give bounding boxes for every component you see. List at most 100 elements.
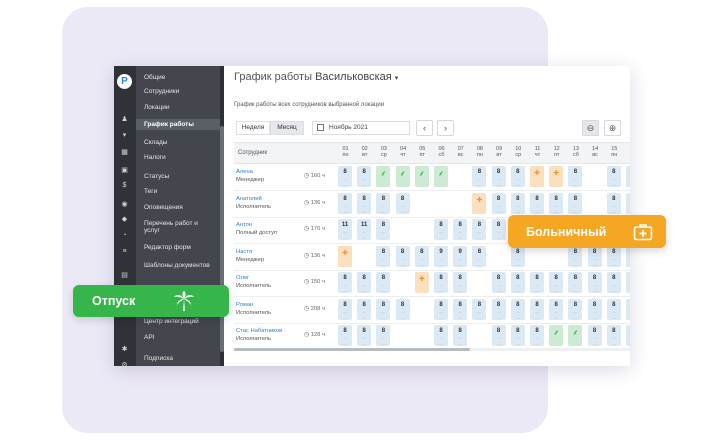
shift-cell[interactable]: 8········ — [549, 298, 564, 320]
sick-cell[interactable]: ✚ — [472, 192, 487, 214]
sidebar-item-5[interactable]: Налоги — [144, 154, 166, 161]
shift-cell[interactable]: 8········ — [587, 298, 602, 320]
shift-cell[interactable]: 8········ — [510, 272, 525, 293]
sidebar-item-label[interactable]: График работы — [144, 121, 194, 128]
shift-cell[interactable]: 8········ — [453, 325, 468, 346]
shift-cell[interactable]: 8········ — [472, 166, 487, 187]
sidebar-item-label[interactable]: Склады — [144, 139, 167, 146]
list-icon[interactable]: ≡ — [120, 248, 129, 256]
shift-cell[interactable]: 8········ — [376, 272, 391, 293]
empty-cell[interactable] — [549, 246, 563, 267]
tax-icon[interactable]: $ — [120, 182, 129, 190]
vacation-cell[interactable]: ⸙ — [395, 166, 410, 187]
employee-name[interactable]: Олег — [236, 275, 249, 281]
bell-icon[interactable]: ◔ — [120, 232, 129, 240]
sidebar-item-3[interactable]: График работы — [136, 119, 224, 130]
sidebar-item-label[interactable]: Общие — [144, 74, 165, 81]
users-icon[interactable]: ♟ — [120, 116, 129, 124]
location-name[interactable]: Васильковская — [315, 71, 392, 83]
empty-cell[interactable] — [396, 325, 410, 346]
shift-cell[interactable]: 8········ — [626, 245, 630, 267]
empty-cell[interactable] — [415, 325, 429, 346]
horizontal-scroll-thumb[interactable] — [234, 348, 470, 351]
shift-cell[interactable]: 8········ — [357, 166, 372, 187]
shift-cell[interactable]: 8········ — [606, 272, 621, 293]
form-icon[interactable]: ▤ — [120, 272, 129, 280]
sidebar-item-12[interactable]: Центр интеграций — [144, 318, 199, 325]
shift-cell[interactable]: 8········ — [376, 245, 391, 267]
sidebar-item-label[interactable]: Центр интеграций — [144, 318, 199, 325]
sidebar-item-2[interactable]: Локации — [144, 104, 169, 111]
shift-cell[interactable]: 8········ — [530, 192, 544, 214]
shift-cell[interactable]: 8········ — [453, 219, 468, 240]
shift-cell[interactable]: 8········ — [606, 192, 621, 214]
shift-cell[interactable]: 8········ — [530, 272, 544, 293]
shift-cell[interactable]: 8········ — [626, 298, 630, 320]
shift-cell[interactable]: 8········ — [626, 325, 630, 346]
sidebar-item-label[interactable]: Теги — [144, 188, 157, 195]
shift-cell[interactable]: 8········ — [606, 325, 621, 346]
shift-cell[interactable]: 8········ — [568, 245, 583, 267]
week-button[interactable]: Неделя — [236, 121, 270, 135]
empty-cell[interactable] — [357, 246, 371, 267]
shift-cell[interactable]: 8········ — [376, 298, 391, 320]
shift-cell[interactable]: 8········ — [357, 325, 372, 346]
shift-cell[interactable]: 8········ — [491, 219, 506, 240]
vacation-cell[interactable]: ⸙ — [568, 325, 583, 346]
sidebar-item-11[interactable]: Шаблоны документов — [144, 262, 210, 269]
shift-cell[interactable]: 8········ — [491, 325, 506, 346]
shift-cell[interactable]: 8········ — [626, 166, 630, 187]
shift-cell[interactable]: 8········ — [510, 192, 525, 214]
shift-cell[interactable]: 8········ — [376, 192, 391, 214]
shift-cell[interactable]: 8········ — [626, 272, 630, 293]
shift-cell[interactable]: 8········ — [376, 325, 391, 346]
vacation-cell[interactable]: ⸙ — [549, 325, 564, 346]
employee-name[interactable]: Антон — [236, 222, 252, 228]
prev-month-button[interactable]: ‹ — [416, 120, 433, 136]
location-icon[interactable]: ▾ — [120, 132, 129, 140]
shift-cell[interactable]: 8········ — [568, 166, 583, 187]
status-icon[interactable]: ◉ — [120, 201, 129, 209]
api-icon[interactable]: ⚙ — [120, 362, 129, 366]
vacation-cell[interactable]: ⸙ — [434, 166, 448, 187]
shift-cell[interactable]: 8········ — [568, 192, 583, 214]
sidebar-item-6[interactable]: Статусы — [144, 173, 169, 180]
shift-cell[interactable]: 8········ — [491, 192, 506, 214]
sidebar-item-7[interactable]: Теги — [144, 188, 157, 195]
shift-cell[interactable]: 8········ — [491, 166, 506, 187]
shift-cell[interactable]: 8········ — [606, 166, 621, 187]
employee-name[interactable]: Алена — [236, 169, 253, 175]
sidebar-item-1[interactable]: Сотрудники — [144, 88, 179, 95]
sidebar-item-label[interactable]: Подписка — [144, 355, 173, 362]
shift-cell[interactable]: 8········ — [606, 298, 621, 320]
shift-cell[interactable]: 8········ — [587, 272, 602, 293]
shift-cell[interactable]: 8········ — [338, 166, 352, 187]
sidebar-item-10[interactable]: Редактор форм — [144, 244, 191, 251]
empty-cell[interactable] — [415, 193, 429, 214]
sidebar-item-13[interactable]: API — [144, 334, 154, 341]
shift-cell[interactable]: 8········ — [395, 298, 410, 320]
empty-cell[interactable] — [415, 219, 429, 240]
shift-cell[interactable]: 8········ — [530, 325, 544, 346]
date-picker[interactable]: Ноябрь 2021 — [312, 121, 410, 135]
sidebar-item-label[interactable]: Локации — [144, 104, 169, 111]
tag-icon[interactable]: ◆ — [120, 216, 129, 224]
shift-cell[interactable]: 8········ — [357, 272, 372, 293]
sidebar-item-0[interactable]: Общие — [144, 74, 165, 81]
empty-cell[interactable] — [434, 193, 448, 214]
sidebar-item-label[interactable]: Шаблоны документов — [144, 262, 210, 269]
shift-cell[interactable]: 8········ — [510, 166, 525, 187]
shift-cell[interactable]: 8········ — [510, 325, 525, 346]
shift-cell[interactable]: 8········ — [472, 219, 487, 240]
shift-cell[interactable]: 11 ···· ···· — [338, 219, 352, 240]
shift-cell[interactable]: 8········ — [568, 272, 583, 293]
shift-cell[interactable]: 8········ — [549, 272, 564, 293]
sick-cell[interactable]: ✚ — [414, 272, 429, 293]
shift-cell[interactable]: 8········ — [414, 245, 429, 267]
app-logo[interactable]: P — [117, 74, 132, 89]
shift-cell[interactable]: 11 ···· ···· — [357, 219, 372, 240]
sidebar-item-label[interactable]: Статусы — [144, 173, 169, 180]
shift-cell[interactable]: 8········ — [434, 219, 448, 240]
location-selector[interactable]: Васильковская ▾ — [315, 71, 398, 83]
empty-cell[interactable] — [588, 166, 602, 187]
